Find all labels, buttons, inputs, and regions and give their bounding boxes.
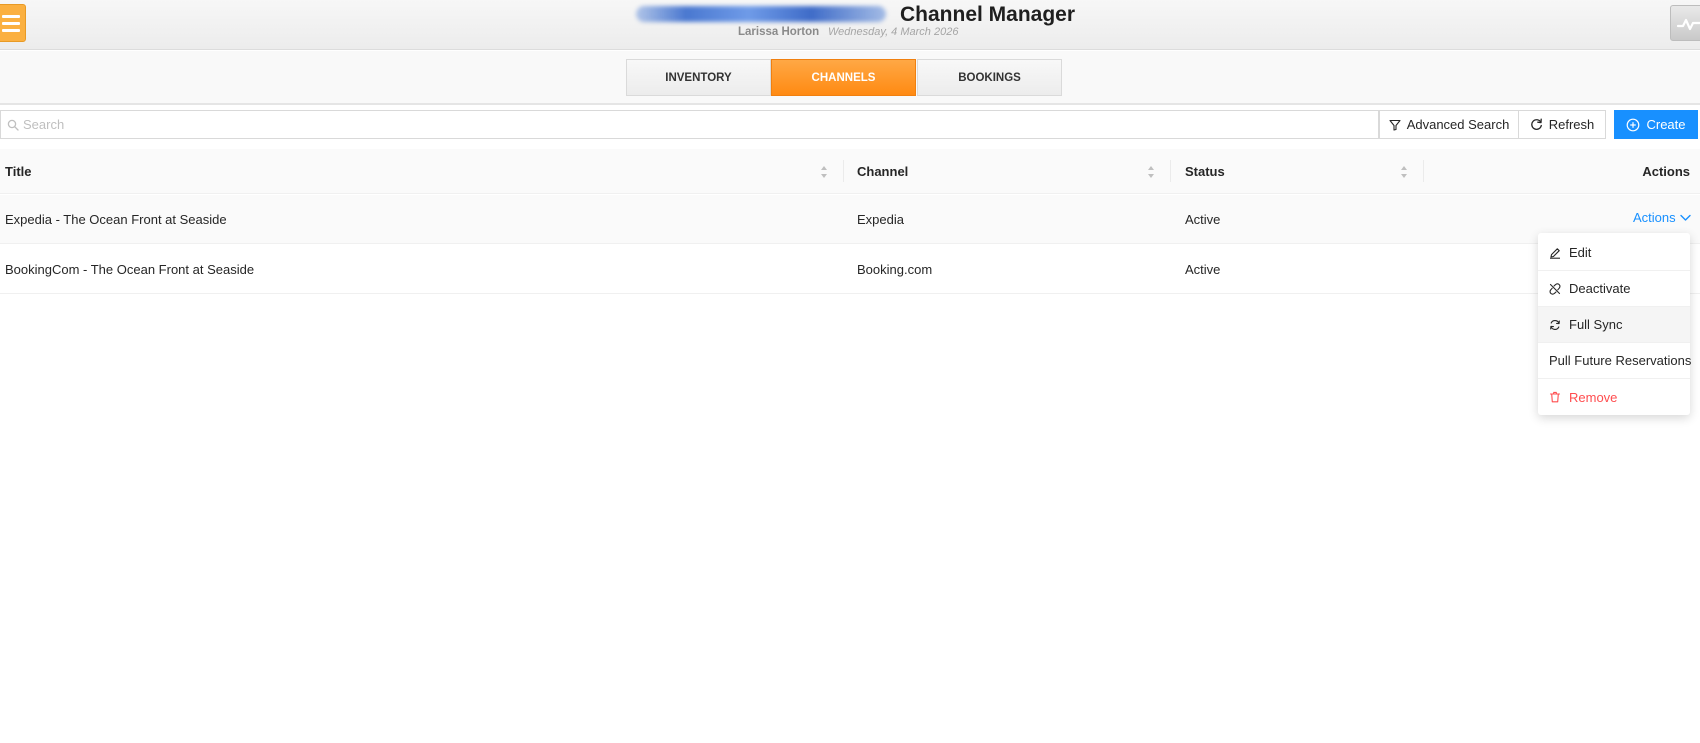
cell-title: Expedia - The Ocean Front at Seaside [5,212,227,227]
cell-status: Active [1185,212,1221,227]
menu-item-deactivate[interactable]: Deactivate [1538,271,1690,307]
menu-item-label: Edit [1569,245,1592,260]
table-header: Title Channel Status Actions [0,149,1700,194]
actions-link-label: Actions [1633,210,1676,225]
edit-icon [1550,247,1560,259]
menu-bar-icon [2,28,20,32]
menu-item-pull-future-reservations[interactable]: Pull Future Reservations [1538,343,1692,379]
sync-icon [1550,319,1560,330]
menu-bar-icon [2,21,20,25]
column-header-actions: Actions [1642,164,1690,179]
column-divider [843,160,844,182]
chevron-down-icon [1679,214,1691,221]
column-header-status[interactable]: Status [1185,149,1225,194]
reload-icon [1530,118,1542,130]
cell-channel: Booking.com [857,262,933,277]
search-icon [7,119,19,131]
column-header-channel[interactable]: Channel [857,149,908,194]
menu-bar-icon [2,14,20,18]
refresh-label: Refresh [1548,117,1595,132]
activity-button[interactable] [1670,5,1700,41]
app-header: Channel Manager Larissa Horton Wednesday… [0,0,1700,50]
filter-icon [1389,119,1401,131]
sort-icon[interactable] [820,164,828,180]
plus-circle-icon [1627,118,1640,131]
table-row[interactable]: Expedia - The Ocean Front at Seaside Exp… [0,195,1700,244]
menu-item-label: Remove [1569,389,1618,405]
menu-item-full-sync[interactable]: Full Sync [1538,307,1690,343]
menu-item-edit[interactable]: Edit [1538,235,1690,271]
sort-icon[interactable] [1147,164,1155,180]
menu-item-label: Pull Future Reservations [1549,353,1692,368]
sort-icon[interactable] [1400,164,1408,180]
tab-bar: INVENTORY CHANNELS BOOKINGS [0,51,1700,105]
tab-inventory[interactable]: INVENTORY [626,59,771,96]
create-button[interactable]: Create [1614,110,1698,139]
menu-item-label: Deactivate [1569,281,1631,296]
tab-channels[interactable]: CHANNELS [771,59,916,96]
column-divider [1170,160,1171,182]
column-divider [1423,160,1424,182]
cell-status: Active [1185,262,1221,277]
column-header-title[interactable]: Title [5,149,32,194]
cell-channel: Expedia [857,212,904,227]
unlink-icon [1549,282,1561,295]
blurred-logo [636,6,886,22]
actions-dropdown-menu: Edit Deactivate Full Sync Pull Future Re… [1538,233,1692,415]
create-label: Create [1646,117,1686,132]
menu-item-remove[interactable]: Remove [1538,379,1690,415]
search-input[interactable] [23,117,1323,132]
menu-item-label: Full Sync [1569,317,1623,332]
current-date: Wednesday, 4 March 2026 [828,26,959,38]
activity-icon [1677,18,1700,31]
search-box [0,110,1379,139]
cell-title: BookingCom - The Ocean Front at Seaside [5,262,255,277]
advanced-search-button[interactable]: Advanced Search [1379,110,1519,139]
advanced-search-label: Advanced Search [1406,117,1510,132]
refresh-button[interactable]: Refresh [1518,110,1606,139]
page-title: Channel Manager [900,3,1076,26]
table-row[interactable]: BookingCom - The Ocean Front at Seaside … [0,245,1700,294]
delete-icon [1549,391,1561,403]
row-actions-link[interactable]: Actions [1633,210,1691,225]
hamburger-menu-button[interactable] [0,4,26,42]
tab-bookings[interactable]: BOOKINGS [917,59,1062,96]
user-name: Larissa Horton [738,26,820,38]
